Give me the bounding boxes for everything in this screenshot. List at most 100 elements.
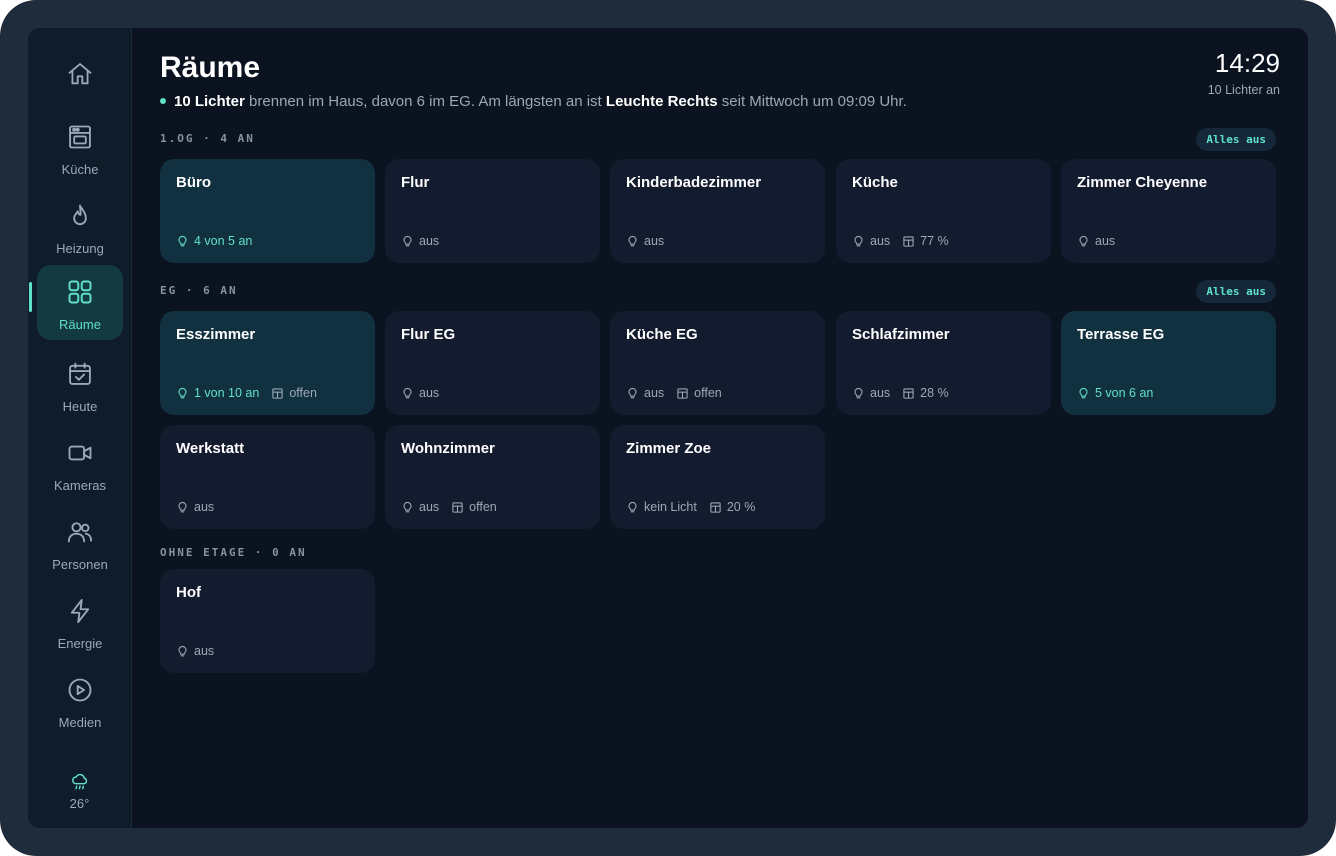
weather-temp: 26° bbox=[69, 796, 90, 811]
room-card-terrasse-eg[interactable]: Terrasse EG 5 von 6 an bbox=[1061, 311, 1276, 415]
room-card-hof[interactable]: Hof aus bbox=[160, 569, 375, 673]
room-status: aus offen bbox=[626, 386, 722, 400]
nav-label: Heizung bbox=[56, 241, 104, 256]
room-name: Wohnzimmer bbox=[401, 440, 495, 457]
room-name: Terrasse EG bbox=[1077, 326, 1165, 343]
room-card-zimmer-zoe[interactable]: Zimmer Zoe kein Licht 20 % bbox=[610, 425, 825, 529]
nav-item-medien[interactable]: Medien bbox=[37, 663, 123, 738]
light-status: aus bbox=[176, 500, 214, 514]
blind-status: 28 % bbox=[902, 386, 949, 400]
nav-item-energie[interactable]: Energie bbox=[37, 584, 123, 659]
section-label-1og: 1.OG · 4 AN bbox=[160, 132, 255, 145]
light-status: 1 von 10 an bbox=[176, 386, 259, 400]
summary-text-end: seit Mittwoch um 09:09 Uhr. bbox=[717, 93, 907, 110]
light-status: aus bbox=[852, 234, 890, 248]
nav-label: Personen bbox=[52, 557, 108, 572]
room-name: Hof bbox=[176, 584, 201, 601]
light-status-text: aus bbox=[419, 386, 440, 400]
play-icon bbox=[66, 676, 94, 704]
room-status: 4 von 5 an bbox=[176, 234, 252, 248]
room-card-schlafzimmer[interactable]: Schlafzimmer aus 28 % bbox=[836, 311, 1051, 415]
lights-count: 10 Lichter bbox=[174, 93, 245, 110]
lights-summary: 10 Lichter brennen im Haus, davon 6 im E… bbox=[160, 93, 907, 111]
room-name: Büro bbox=[176, 174, 211, 191]
active-indicator bbox=[29, 282, 32, 312]
window-blind-icon bbox=[676, 387, 689, 400]
light-status: aus bbox=[626, 234, 664, 248]
bolt-icon bbox=[66, 597, 94, 625]
window-blind-icon bbox=[902, 235, 915, 248]
light-status-text: aus bbox=[644, 386, 665, 400]
people-icon bbox=[66, 518, 94, 546]
blind-status-text: 77 % bbox=[920, 234, 949, 248]
light-status-text: 4 von 5 an bbox=[194, 234, 253, 248]
light-status-text: aus bbox=[194, 500, 215, 514]
blind-status: offen bbox=[271, 386, 317, 400]
bulb-icon bbox=[626, 235, 639, 248]
summary-text: brennen im Haus, davon 6 im EG. Am längs… bbox=[244, 93, 606, 110]
flame-icon bbox=[66, 202, 94, 230]
room-card-zimmer-cheyenne[interactable]: Zimmer Cheyenne aus bbox=[1061, 159, 1276, 263]
sidebar: Küche Heizung Räume Heute Kameras Person… bbox=[28, 28, 132, 828]
room-name: Zimmer Zoe bbox=[626, 440, 712, 457]
room-status: aus bbox=[1077, 234, 1115, 248]
nav-label: Küche bbox=[61, 162, 99, 177]
nav-label: Räume bbox=[59, 317, 101, 332]
screen: Küche Heizung Räume Heute Kameras Person… bbox=[28, 28, 1308, 828]
light-status-text: aus bbox=[870, 386, 891, 400]
grid-icon bbox=[66, 278, 94, 306]
section-label-eg: EG · 6 AN bbox=[160, 284, 238, 297]
nav-item-heizung[interactable]: Heizung bbox=[37, 189, 123, 264]
blind-status-text: offen bbox=[694, 386, 722, 400]
room-card-werkstatt[interactable]: Werkstatt aus bbox=[160, 425, 375, 529]
weather-widget[interactable]: 26° bbox=[28, 772, 131, 811]
nav-label: Energie bbox=[57, 636, 103, 651]
bulb-icon bbox=[176, 387, 189, 400]
nav-item-personen[interactable]: Personen bbox=[37, 505, 123, 580]
camera-icon bbox=[66, 439, 94, 467]
blind-status-text: offen bbox=[469, 500, 497, 514]
nav-item-kueche[interactable]: Küche bbox=[37, 110, 123, 185]
blind-status: offen bbox=[676, 386, 722, 400]
room-status: aus 77 % bbox=[852, 234, 949, 248]
room-status: 1 von 10 an offen bbox=[176, 386, 317, 400]
room-name: Esszimmer bbox=[176, 326, 256, 343]
bulb-icon bbox=[626, 387, 639, 400]
room-card-kinderbadezimmer[interactable]: Kinderbadezimmer aus bbox=[610, 159, 825, 263]
calendar-check-icon bbox=[66, 360, 94, 388]
bulb-icon bbox=[626, 501, 639, 514]
blind-status-text: offen bbox=[289, 386, 317, 400]
room-card-küche-eg[interactable]: Küche EG aus offen bbox=[610, 311, 825, 415]
light-status: kein Licht bbox=[626, 500, 697, 514]
room-card-flur[interactable]: Flur aus bbox=[385, 159, 600, 263]
nav-item-raeume[interactable]: Räume bbox=[37, 265, 123, 340]
room-card-küche[interactable]: Küche aus 77 % bbox=[836, 159, 1051, 263]
all-off-button-eg[interactable]: Alles aus bbox=[1196, 280, 1276, 303]
light-status-text: 5 von 6 an bbox=[1095, 386, 1154, 400]
all-off-button-1og[interactable]: Alles aus bbox=[1196, 128, 1276, 151]
nav-item-kameras[interactable]: Kameras bbox=[37, 426, 123, 501]
status-dot bbox=[160, 98, 166, 105]
blind-status-text: 28 % bbox=[920, 386, 949, 400]
lights-on-count: 10 Lichter an bbox=[1207, 83, 1280, 97]
light-status-text: aus bbox=[870, 234, 891, 248]
nav-item-heute[interactable]: Heute bbox=[37, 347, 123, 422]
light-status: 4 von 5 an bbox=[176, 234, 252, 248]
light-status-text: aus bbox=[419, 500, 440, 514]
section-label-ohne-etage: OHNE ETAGE · 0 AN bbox=[160, 546, 307, 559]
light-status: aus bbox=[401, 386, 439, 400]
room-card-büro[interactable]: Büro 4 von 5 an bbox=[160, 159, 375, 263]
room-name: Flur bbox=[401, 174, 430, 191]
bulb-icon bbox=[176, 235, 189, 248]
nav-item-home[interactable] bbox=[37, 34, 123, 109]
room-status: aus 28 % bbox=[852, 386, 949, 400]
room-name: Kinderbadezimmer bbox=[626, 174, 762, 191]
light-status-text: aus bbox=[419, 234, 440, 248]
light-status-text: aus bbox=[644, 234, 665, 248]
room-card-esszimmer[interactable]: Esszimmer 1 von 10 an offen bbox=[160, 311, 375, 415]
light-status: aus bbox=[626, 386, 664, 400]
room-card-wohnzimmer[interactable]: Wohnzimmer aus offen bbox=[385, 425, 600, 529]
light-status: 5 von 6 an bbox=[1077, 386, 1153, 400]
nav-label: Heute bbox=[62, 399, 98, 414]
room-card-flur-eg[interactable]: Flur EG aus bbox=[385, 311, 600, 415]
